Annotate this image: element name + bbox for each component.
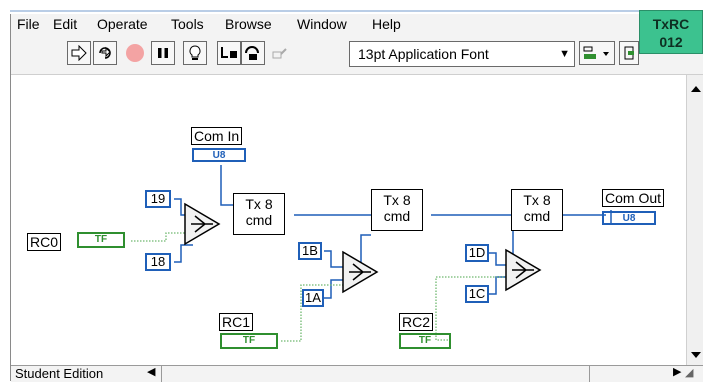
highlight-execution-button[interactable] <box>183 41 207 65</box>
lightbulb-icon <box>189 45 201 60</box>
menu-tools[interactable]: Tools <box>171 16 204 32</box>
hscroll-divider <box>161 366 162 382</box>
select-function-1[interactable] <box>183 202 223 246</box>
menu-bar: File Edit Operate Tools Browse Window He… <box>11 14 703 36</box>
vi-icon[interactable]: TxRC 012 <box>639 10 703 54</box>
stop-icon <box>126 44 144 62</box>
retain-wire-values-button[interactable] <box>217 41 241 65</box>
tx8-cmd-subvi-2[interactable]: Tx 8 cmd <box>371 189 423 231</box>
hscroll-divider-right <box>589 366 590 382</box>
tx8-cmd-line2: cmd <box>245 212 273 228</box>
tx8-cmd-subvi-1[interactable]: Tx 8 cmd <box>233 193 285 235</box>
status-bar: Student Edition ◀ ▶ ◢ <box>11 365 703 382</box>
scroll-right-icon[interactable]: ▶ <box>673 365 681 378</box>
menu-edit[interactable]: Edit <box>53 16 77 32</box>
scroll-up-icon[interactable] <box>687 81 703 97</box>
run-arrow-icon <box>71 45 87 61</box>
step-out-button[interactable] <box>267 41 291 65</box>
rc0-label: RC0 <box>27 233 62 251</box>
rc1-boolean-control[interactable]: TF <box>220 333 278 349</box>
tx8-cmd-subvi-3[interactable]: Tx 8 cmd <box>511 189 563 231</box>
step-over-icon <box>245 46 259 60</box>
run-continuously-icon <box>99 46 111 59</box>
menu-browse[interactable]: Browse <box>225 16 272 32</box>
align-icon <box>583 46 609 59</box>
font-selector-value: 13pt Application Font <box>358 46 489 62</box>
chevron-down-icon: ▼ <box>559 48 570 60</box>
constant-1d[interactable]: 1D <box>465 244 489 262</box>
rc1-label: RC1 <box>219 313 254 331</box>
student-edition-label: Student Edition <box>15 366 104 381</box>
block-diagram-window: File Edit Operate Tools Browse Window He… <box>10 14 703 382</box>
com-out-label: Com Out <box>602 189 665 207</box>
tx8-cmd-line2: cmd <box>383 208 411 224</box>
scroll-down-icon[interactable] <box>687 347 703 363</box>
rc2-label: RC2 <box>399 313 434 331</box>
pause-icon <box>158 48 168 58</box>
com-in-control[interactable]: U8 <box>192 148 246 162</box>
toolbar: 13pt Application Font ▼ <box>11 36 703 75</box>
run-button[interactable] <box>67 41 91 65</box>
pause-button[interactable] <box>151 41 175 65</box>
menu-file[interactable]: File <box>17 16 40 32</box>
vi-icon-line2: 012 <box>659 34 683 50</box>
resize-grip-icon[interactable]: ◢ <box>685 366 693 379</box>
constant-19[interactable]: 19 <box>145 190 171 208</box>
abort-button[interactable] <box>123 41 147 65</box>
menu-window[interactable]: Window <box>297 16 347 32</box>
constant-1b[interactable]: 1B <box>298 242 322 260</box>
com-out-indicator[interactable]: U8 <box>602 211 656 225</box>
constant-1a[interactable]: 1A <box>302 289 324 307</box>
menu-operate[interactable]: Operate <box>97 16 148 32</box>
vi-icon-line1: TxRC <box>652 16 690 32</box>
select-function-3[interactable] <box>504 248 544 292</box>
scroll-left-icon[interactable]: ◀ <box>147 365 155 378</box>
rc0-boolean-control[interactable]: TF <box>77 232 125 248</box>
step-over-button[interactable] <box>241 41 265 65</box>
tx8-cmd-line1: Tx 8 <box>245 196 273 212</box>
constant-1c[interactable]: 1C <box>465 285 489 303</box>
tx8-cmd-line1: Tx 8 <box>383 192 411 208</box>
select-function-2[interactable] <box>341 250 381 294</box>
step-into-icon <box>221 47 237 58</box>
vertical-scrollbar[interactable] <box>686 75 703 365</box>
run-continuously-button[interactable] <box>93 41 117 65</box>
title-strip <box>0 0 703 14</box>
rc2-boolean-control[interactable]: TF <box>399 333 451 349</box>
com-in-label: Com In <box>191 127 243 145</box>
align-objects-button[interactable] <box>579 41 615 65</box>
step-out-icon <box>272 48 287 59</box>
distribute-objects-button[interactable] <box>619 41 639 65</box>
constant-18[interactable]: 18 <box>145 253 171 271</box>
distribute-icon <box>624 46 634 60</box>
menu-help[interactable]: Help <box>372 16 401 32</box>
tx8-cmd-line2: cmd <box>523 208 551 224</box>
wires-layer <box>131 165 612 342</box>
font-selector[interactable]: 13pt Application Font ▼ <box>349 41 575 67</box>
block-diagram-canvas[interactable]: Com In U8 Com Out U8 RC0 TF RC1 TF RC2 T… <box>11 75 686 365</box>
tx8-cmd-line1: Tx 8 <box>523 192 551 208</box>
